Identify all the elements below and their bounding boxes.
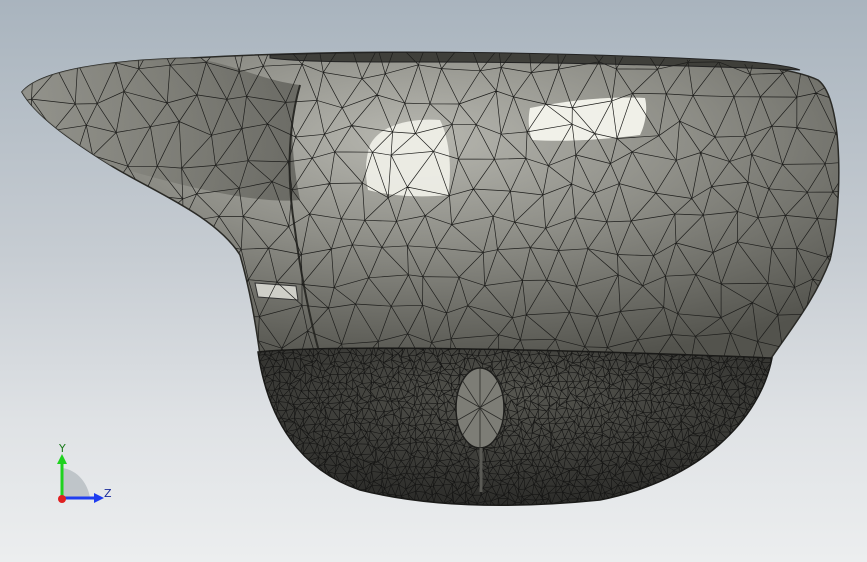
triad-y-arrow xyxy=(57,454,67,464)
triad-plane-shading xyxy=(62,468,90,498)
cap-brim-tip xyxy=(22,58,300,201)
triad-y-label: Y xyxy=(58,442,66,455)
orientation-triad[interactable]: Y Z xyxy=(42,438,122,510)
triad-z-arrow xyxy=(94,493,104,503)
cap-mesh-model[interactable] xyxy=(0,0,867,562)
triad-x-axis-dot xyxy=(58,495,66,503)
graphics-viewport[interactable]: Y Z xyxy=(0,0,867,562)
triad-z-label: Z xyxy=(104,487,112,500)
side-slot xyxy=(254,282,299,301)
